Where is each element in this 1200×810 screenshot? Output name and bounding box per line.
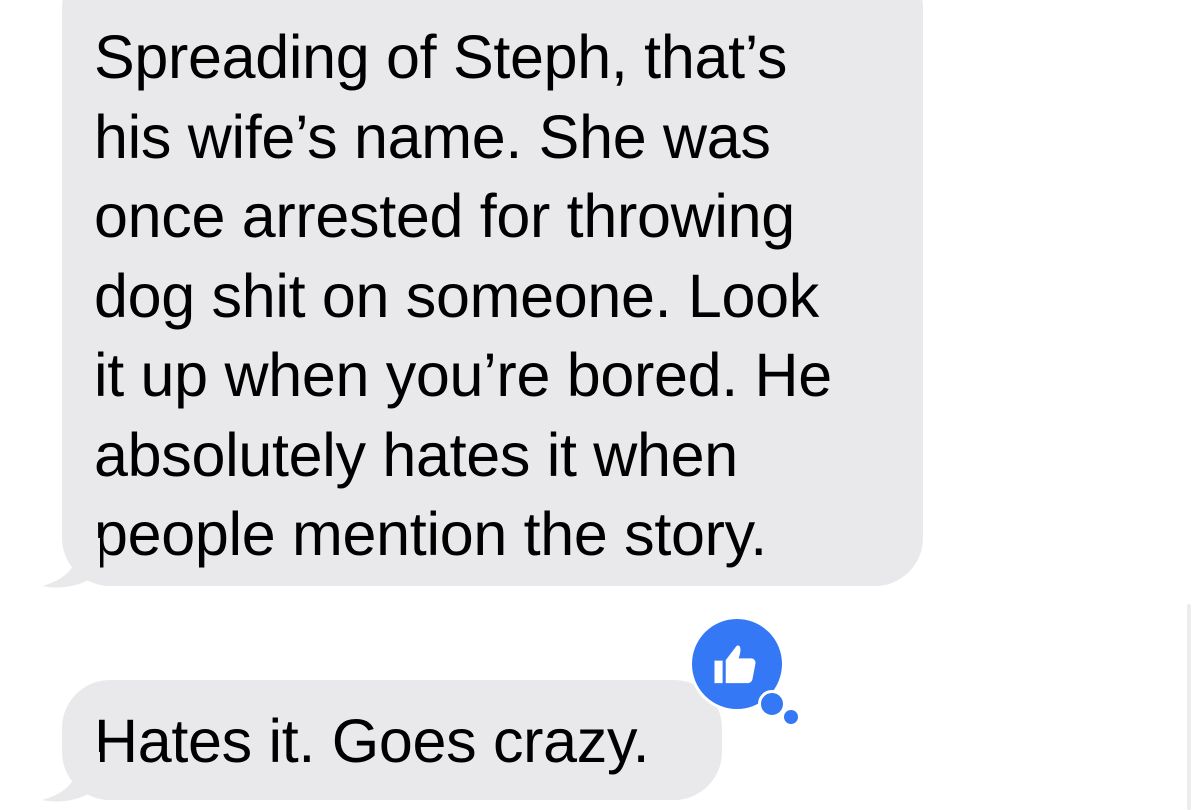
tapback-tail-dot xyxy=(758,690,786,718)
message-text: Hates it. Goes crazy. xyxy=(94,707,650,775)
bubble-tail xyxy=(42,752,100,802)
bubble-tail xyxy=(42,538,100,588)
message-text: Spreading of Steph, that’s his wife’s na… xyxy=(94,23,832,568)
message-bubble-received[interactable]: Spreading of Steph, that’s his wife’s na… xyxy=(62,0,923,586)
message-bubble-received[interactable]: Hates it. Goes crazy. xyxy=(62,680,722,800)
thumbs-up-icon xyxy=(714,645,756,684)
message-thread: Spreading of Steph, that’s his wife’s na… xyxy=(0,0,1200,810)
scrollbar[interactable] xyxy=(1187,604,1191,810)
tapback-tail-dot xyxy=(784,710,798,724)
